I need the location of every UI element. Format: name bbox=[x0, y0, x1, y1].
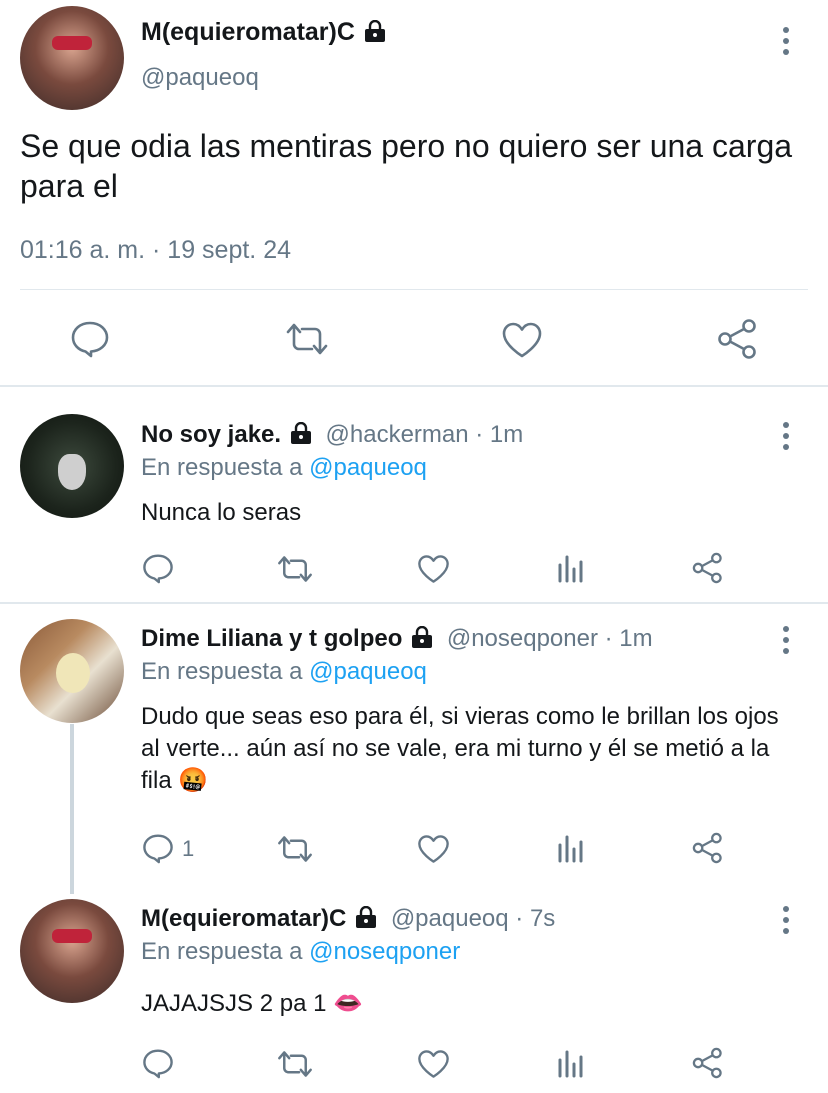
author-name[interactable]: M(equieromatar)C bbox=[141, 18, 387, 47]
reply-header: Dime Liliana y t golpeo @noseqponer · 1m bbox=[141, 625, 653, 653]
more-options-icon[interactable] bbox=[782, 422, 790, 455]
lock-icon bbox=[363, 19, 387, 42]
analytics-icon[interactable] bbox=[557, 553, 585, 583]
author-name[interactable]: M(equieromatar)C bbox=[141, 905, 346, 932]
like-icon[interactable] bbox=[417, 834, 450, 864]
reply-context: En respuesta a @paqueoq bbox=[141, 454, 427, 482]
divider bbox=[0, 602, 828, 604]
author-name[interactable]: No soy jake. bbox=[141, 421, 281, 448]
author-handle[interactable]: @paqueoq · 7s bbox=[391, 905, 555, 932]
mention-link[interactable]: @paqueoq bbox=[309, 658, 427, 685]
like-icon[interactable] bbox=[501, 321, 543, 359]
analytics-icon[interactable] bbox=[557, 833, 585, 863]
analytics-icon[interactable] bbox=[557, 1048, 585, 1078]
like-icon[interactable] bbox=[417, 1049, 450, 1079]
reply-icon[interactable] bbox=[142, 1048, 174, 1079]
share-icon[interactable] bbox=[717, 318, 759, 360]
tweet-timestamp[interactable]: 01:16 a. m. · 19 sept. 24 bbox=[20, 236, 291, 265]
divider bbox=[20, 289, 808, 290]
reply-context: En respuesta a @noseqponer bbox=[141, 938, 460, 966]
author-handle[interactable]: @hackerman · 1m bbox=[326, 421, 524, 448]
lock-icon bbox=[289, 421, 313, 444]
like-icon[interactable] bbox=[417, 554, 450, 584]
reply-icon[interactable] bbox=[70, 320, 110, 358]
avatar[interactable] bbox=[20, 899, 124, 1003]
tweet-text: Se que odia las mentiras pero no quiero … bbox=[20, 128, 793, 204]
mention-link[interactable]: @paqueoq bbox=[309, 454, 427, 481]
reply-count: 1 bbox=[182, 836, 195, 861]
thread-line bbox=[70, 724, 74, 894]
reply-text: JAJAJSJS 2 pa 1 👄 bbox=[141, 990, 363, 1017]
avatar[interactable] bbox=[20, 6, 124, 110]
reply-prefix: En respuesta a bbox=[141, 938, 303, 965]
retweet-icon[interactable] bbox=[284, 321, 330, 357]
more-options-icon[interactable] bbox=[782, 626, 790, 659]
reply-icon[interactable] bbox=[142, 833, 174, 864]
reply-text: Nunca lo seras bbox=[141, 499, 302, 526]
share-icon[interactable] bbox=[692, 832, 724, 864]
reply-context: En respuesta a @paqueoq bbox=[141, 658, 427, 686]
retweet-icon[interactable] bbox=[276, 834, 314, 864]
more-options-icon[interactable] bbox=[782, 27, 790, 60]
avatar[interactable] bbox=[20, 619, 124, 723]
lock-icon bbox=[410, 625, 434, 648]
lock-icon bbox=[354, 905, 378, 928]
share-icon[interactable] bbox=[692, 1047, 724, 1079]
mention-link[interactable]: @noseqponer bbox=[309, 938, 460, 965]
share-icon[interactable] bbox=[692, 552, 724, 584]
retweet-icon[interactable] bbox=[276, 1049, 314, 1079]
author-handle[interactable]: @noseqponer · 1m bbox=[447, 625, 653, 652]
retweet-icon[interactable] bbox=[276, 554, 314, 584]
reply-prefix: En respuesta a bbox=[141, 454, 303, 481]
avatar[interactable] bbox=[20, 414, 124, 518]
author-name[interactable]: Dime Liliana y t golpeo bbox=[141, 625, 402, 652]
reply-icon[interactable] bbox=[142, 553, 174, 584]
author-handle[interactable]: @paqueoq bbox=[141, 64, 259, 92]
divider bbox=[0, 385, 828, 387]
reply-prefix: En respuesta a bbox=[141, 658, 303, 685]
reply-header: No soy jake. @hackerman · 1m bbox=[141, 421, 523, 449]
reply-text: Dudo que seas eso para él, si vieras com… bbox=[141, 703, 779, 794]
reply-header: M(equieromatar)C @paqueoq · 7s bbox=[141, 905, 555, 933]
more-options-icon[interactable] bbox=[782, 906, 790, 939]
